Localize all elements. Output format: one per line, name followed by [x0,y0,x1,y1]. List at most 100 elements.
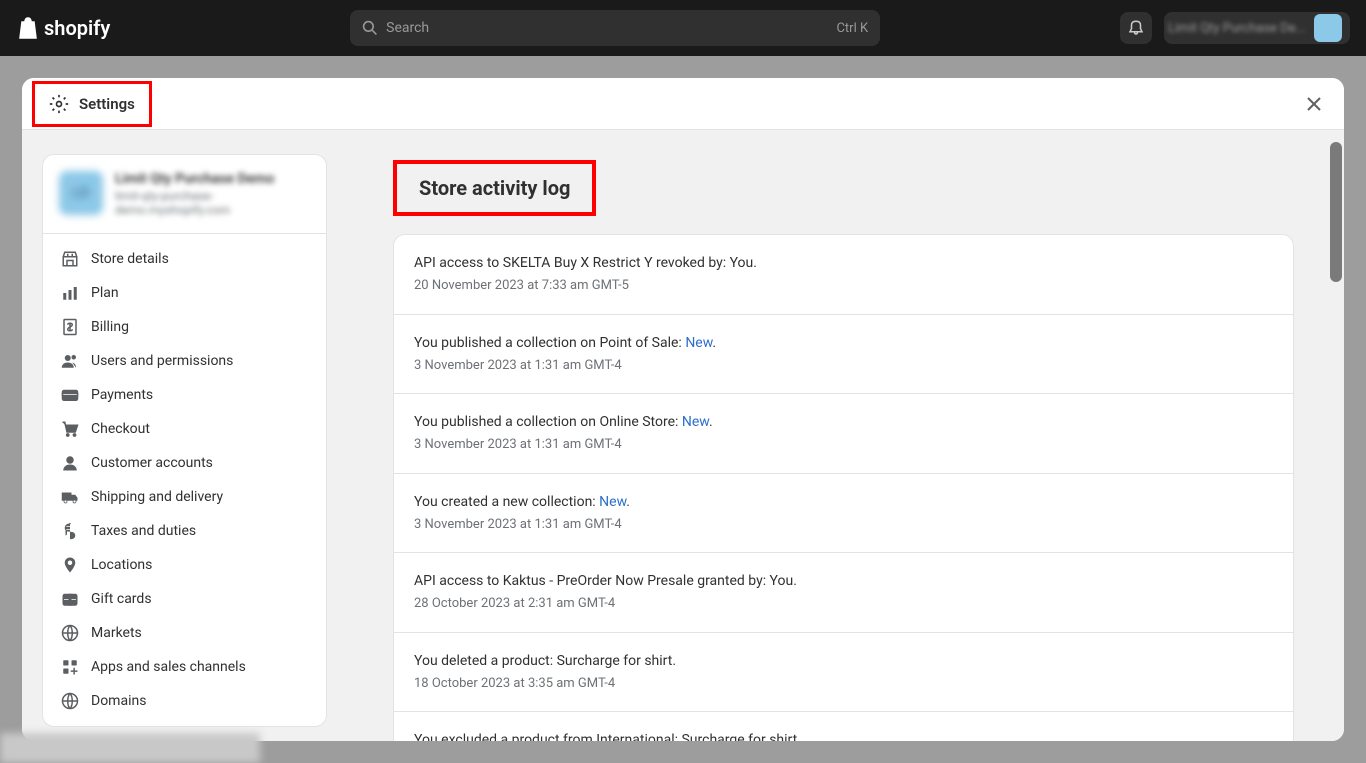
gift-icon [61,590,79,608]
log-entry-date: 28 October 2023 at 2:31 am GMT-4 [414,594,1273,614]
sidebar-item-customer-accounts[interactable]: Customer accounts [43,446,326,480]
log-entry-text: API access to SKELTA Buy X Restrict Y re… [414,253,1273,274]
payments-icon [61,386,79,404]
search-input[interactable]: Search Ctrl K [350,10,880,46]
settings-header-highlight: Settings [32,81,152,127]
sidebar-item-label: Locations [91,557,152,573]
gear-icon [49,94,69,114]
store-url: limit-qty-purchase-demo.myshopify.com [115,189,310,217]
modal-header: Settings [22,78,1344,130]
sidebar-item-users[interactable]: Users and permissions [43,344,326,378]
store-avatar [1314,14,1342,42]
notifications-button[interactable] [1120,12,1152,44]
sidebar-item-label: Checkout [91,421,150,437]
sidebar-item-plan[interactable]: Plan [43,276,326,310]
sidebar-item-checkout[interactable]: Checkout [43,412,326,446]
log-entry-text: You created a new collection: New. [414,492,1273,513]
log-entry: You deleted a product: Surcharge for shi… [394,633,1293,713]
log-entry: You excluded a product from Internationa… [394,712,1293,741]
store-menu-button[interactable]: Limit Qty Purchase De... [1164,12,1350,44]
top-bar: shopify Search Ctrl K Limit Qty Purchase… [0,0,1366,56]
globe-icon [61,624,79,642]
sidebar-item-label: Gift cards [91,591,152,607]
sidebar-item-label: Apps and sales channels [91,659,246,675]
settings-nav: Store details Plan Billing Users and per… [42,234,327,727]
domains-icon [61,692,79,710]
sidebar-item-payments[interactable]: Payments [43,378,326,412]
plan-icon [61,284,79,302]
person-icon [61,454,79,472]
page-title: Store activity log [419,176,570,200]
truck-icon [61,488,79,506]
store-name: Limit Qty Purchase Demo [115,171,310,187]
modal-body: LD Limit Qty Purchase Demo limit-qty-pur… [22,130,1344,741]
log-entry-link[interactable]: New [599,494,626,510]
settings-sidebar: LD Limit Qty Purchase Demo limit-qty-pur… [22,130,327,741]
sidebar-item-shipping[interactable]: Shipping and delivery [43,480,326,514]
log-entry: API access to SKELTA Buy X Restrict Y re… [394,235,1293,315]
log-entry-link[interactable]: New [685,335,712,351]
activity-log-card: API access to SKELTA Buy X Restrict Y re… [393,234,1294,741]
close-button[interactable] [1300,90,1328,118]
log-entry-date: 3 November 2023 at 1:31 am GMT-4 [414,515,1273,535]
store-card-avatar: LD [59,171,103,215]
sidebar-item-label: Store details [91,251,169,267]
search-icon [362,20,378,36]
sidebar-item-label: Markets [91,625,142,641]
sidebar-item-gift-cards[interactable]: Gift cards [43,582,326,616]
location-icon [61,556,79,574]
log-entry-date: 18 October 2023 at 3:35 am GMT-4 [414,674,1273,694]
shopify-logo[interactable]: shopify [16,16,110,40]
store-badge-text: Limit Qty Purchase De... [1168,21,1306,36]
log-entry-date: 20 November 2023 at 7:33 am GMT-5 [414,276,1273,296]
log-entry: You published a collection on Online Sto… [394,394,1293,474]
bell-icon [1127,19,1145,37]
shopify-bag-icon [16,16,40,40]
log-entry-date: 3 November 2023 at 1:31 am GMT-4 [414,356,1273,376]
modal-overlay: Settings LD Limit Qty Purchase Demo limi… [0,56,1366,763]
log-entry-date: 3 November 2023 at 1:31 am GMT-4 [414,435,1273,455]
log-entry: You created a new collection: New.3 Nove… [394,474,1293,554]
log-entry-text: You excluded a product from Internationa… [414,730,1273,741]
users-icon [61,352,79,370]
log-entry: You published a collection on Point of S… [394,315,1293,395]
sidebar-item-store-details[interactable]: Store details [43,242,326,276]
sidebar-item-markets[interactable]: Markets [43,616,326,650]
sidebar-item-label: Billing [91,319,129,335]
sidebar-item-label: Customer accounts [91,455,213,471]
store-icon [61,250,79,268]
settings-content: Store activity log API access to SKELTA … [327,130,1344,741]
store-card-info: Limit Qty Purchase Demo limit-qty-purcha… [115,171,310,217]
bottom-blur-overlay [0,733,260,763]
sidebar-item-label: Payments [91,387,153,403]
sidebar-item-label: Domains [91,693,146,709]
sidebar-item-billing[interactable]: Billing [43,310,326,344]
scrollbar[interactable] [1330,142,1342,282]
search-shortcut: Ctrl K [836,21,868,36]
log-entry-text: API access to Kaktus - PreOrder Now Pres… [414,571,1273,592]
log-entry-link[interactable]: New [682,414,709,430]
search-placeholder: Search [386,20,429,36]
log-entry-text: You published a collection on Online Sto… [414,412,1273,433]
store-info-card[interactable]: LD Limit Qty Purchase Demo limit-qty-pur… [42,154,327,234]
sidebar-item-locations[interactable]: Locations [43,548,326,582]
apps-icon [61,658,79,676]
close-icon [1307,97,1321,111]
logo-text: shopify [44,16,110,40]
sidebar-item-apps[interactable]: Apps and sales channels [43,650,326,684]
log-entry: API access to Kaktus - PreOrder Now Pres… [394,553,1293,633]
modal-title: Settings [79,95,135,113]
sidebar-item-label: Taxes and duties [91,523,196,539]
billing-icon [61,318,79,336]
sidebar-item-label: Plan [91,285,119,301]
log-entry-text: You published a collection on Point of S… [414,333,1273,354]
cart-icon [61,420,79,438]
page-title-highlight: Store activity log [393,160,596,216]
sidebar-item-label: Users and permissions [91,353,233,369]
sidebar-item-label: Shipping and delivery [91,489,223,505]
search-container: Search Ctrl K [126,10,1104,46]
top-actions: Limit Qty Purchase De... [1120,12,1350,44]
log-entry-text: You deleted a product: Surcharge for shi… [414,651,1273,672]
sidebar-item-domains[interactable]: Domains [43,684,326,718]
sidebar-item-taxes[interactable]: Taxes and duties [43,514,326,548]
